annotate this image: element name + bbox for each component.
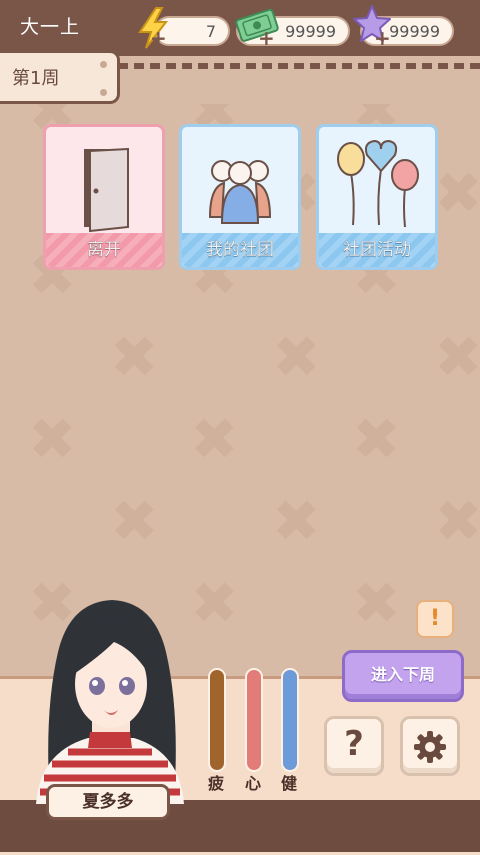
week-label: 第1周 bbox=[12, 68, 60, 89]
character-portrait[interactable] bbox=[30, 592, 190, 804]
x-pattern-icon: ✖ bbox=[434, 323, 480, 391]
leave-card[interactable]: 离开 bbox=[43, 124, 165, 270]
mood-bar bbox=[245, 668, 263, 772]
x-pattern-icon: ✖ bbox=[434, 487, 480, 555]
semester-label: 大一上 bbox=[20, 16, 81, 38]
rivet-icon bbox=[100, 89, 107, 96]
fatigue-bar bbox=[208, 668, 226, 772]
help-button[interactable]: ? bbox=[324, 716, 384, 776]
x-pattern-icon: ✖ bbox=[434, 159, 480, 227]
gear-icon bbox=[414, 731, 446, 763]
my-club-label: 我的社团 bbox=[182, 233, 298, 267]
question-icon: ? bbox=[344, 724, 364, 764]
my-club-card[interactable]: 我的社团 bbox=[179, 124, 301, 270]
balloons-icon bbox=[337, 139, 419, 228]
club-members-icon bbox=[208, 160, 272, 224]
stars-plus-icon[interactable]: + bbox=[374, 26, 391, 50]
week-tab: 第1周 bbox=[0, 50, 120, 104]
stars-value: 99999 bbox=[389, 22, 440, 41]
x-pattern-icon: ✖ bbox=[272, 487, 321, 555]
club-activity-label: 社团活动 bbox=[319, 233, 435, 267]
energy-value: 7 bbox=[205, 22, 216, 41]
money-plus-icon[interactable]: + bbox=[258, 26, 275, 50]
x-pattern-icon: ✖ bbox=[190, 405, 239, 473]
top-bar: 大一上 7 + 99999 + 99999 + bbox=[0, 0, 480, 56]
x-pattern-icon: ✖ bbox=[272, 323, 321, 391]
x-pattern-icon: ✖ bbox=[352, 405, 401, 473]
character-name-tag[interactable]: 夏多多 bbox=[46, 784, 170, 820]
alert-icon[interactable]: ! bbox=[416, 600, 454, 638]
club-activity-card[interactable]: 社团活动 bbox=[316, 124, 438, 270]
x-pattern-icon: ✖ bbox=[28, 405, 77, 473]
x-pattern-icon: ✖ bbox=[352, 569, 401, 637]
x-pattern-icon: ✖ bbox=[110, 323, 159, 391]
x-pattern-icon: ✖ bbox=[190, 569, 239, 637]
energy-plus-icon[interactable]: + bbox=[150, 26, 167, 50]
leave-label: 离开 bbox=[46, 233, 162, 267]
mood-label: 心 bbox=[245, 774, 262, 793]
money-value: 99999 bbox=[285, 22, 336, 41]
health-bar bbox=[281, 668, 299, 772]
fatigue-label: 疲 bbox=[208, 774, 225, 793]
health-label: 健 bbox=[281, 774, 298, 793]
x-pattern-icon: ✖ bbox=[110, 487, 159, 555]
settings-button[interactable] bbox=[400, 716, 460, 776]
door-icon bbox=[84, 147, 129, 233]
stitch-divider bbox=[118, 63, 480, 69]
rivet-icon bbox=[100, 61, 107, 68]
next-week-button[interactable]: 进入下周 bbox=[342, 650, 464, 702]
